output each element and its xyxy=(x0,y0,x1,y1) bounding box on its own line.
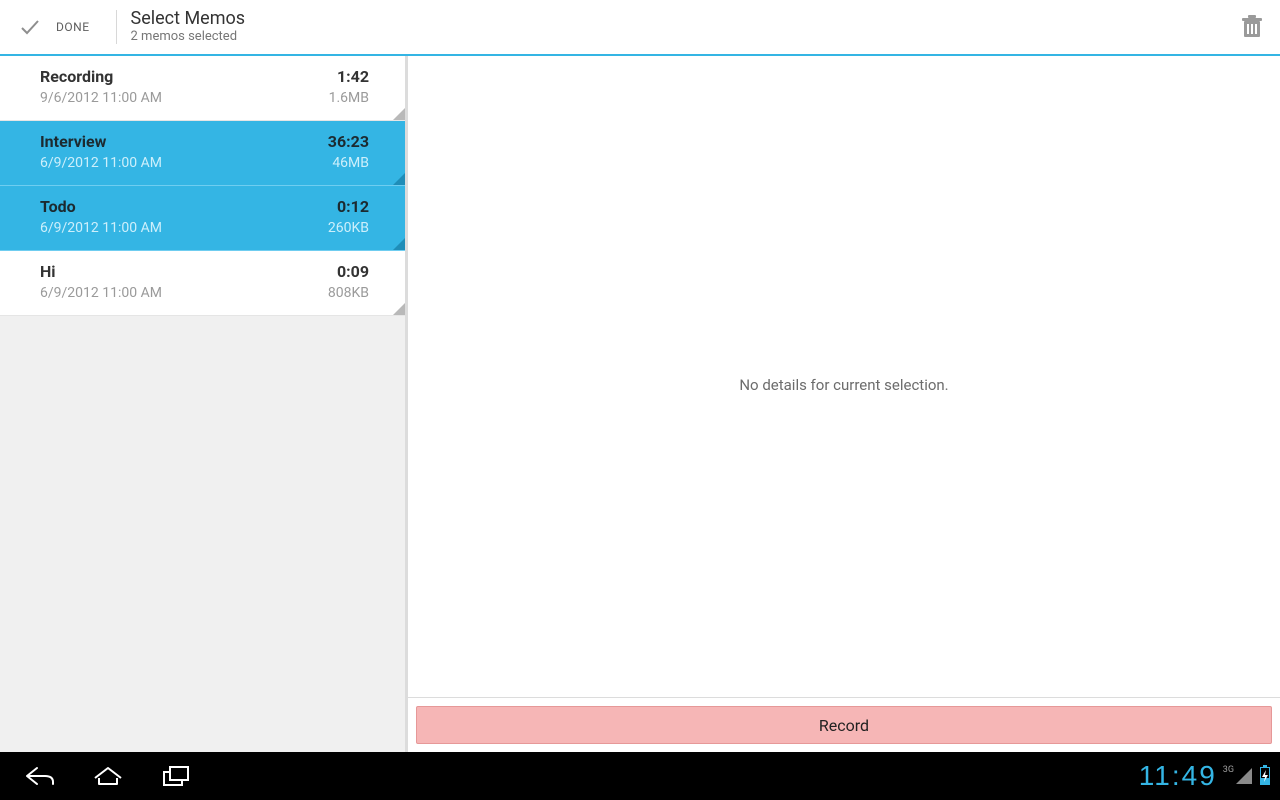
actionbar-title-area: Select Memos 2 memos selected xyxy=(131,9,246,45)
record-button-label: Record xyxy=(819,716,869,735)
memo-name: Interview xyxy=(40,131,162,153)
recents-icon xyxy=(161,764,191,788)
check-icon xyxy=(18,15,42,39)
memo-name: Hi xyxy=(40,261,162,283)
back-button[interactable] xyxy=(16,752,64,800)
memo-date: 6/9/2012 11:00 AM xyxy=(40,153,162,173)
memo-size: 46MB xyxy=(332,153,369,173)
status-network-label: 3G xyxy=(1223,765,1234,775)
memo-list[interactable]: Recording9/6/2012 11:00 AM 1:421.6MB Inter… xyxy=(0,56,405,316)
memo-size: 260KB xyxy=(328,218,369,238)
resize-triangle-icon xyxy=(393,173,405,185)
memo-list-pane: Recording9/6/2012 11:00 AM 1:421.6MB Inter… xyxy=(0,56,405,752)
actionbar-divider xyxy=(116,10,117,44)
resize-triangle-icon xyxy=(393,238,405,250)
memo-duration: 1:42 xyxy=(337,66,369,88)
resize-triangle-icon xyxy=(393,108,405,120)
memo-duration: 0:12 xyxy=(337,196,369,218)
actionbar-subtitle: 2 memos selected xyxy=(131,29,246,45)
memo-item[interactable]: Todo6/9/2012 11:00 AM 0:12260KB xyxy=(0,186,405,251)
resize-triangle-icon xyxy=(393,303,405,315)
memo-size: 808KB xyxy=(328,283,369,303)
done-button[interactable]: DONE xyxy=(0,0,108,54)
memo-date: 6/9/2012 11:00 AM xyxy=(40,283,162,303)
trash-icon xyxy=(1241,15,1263,39)
home-button[interactable] xyxy=(84,752,132,800)
actionbar-title: Select Memos xyxy=(131,9,246,29)
memo-size: 1.6MB xyxy=(329,88,369,108)
detail-empty-message: No details for current selection. xyxy=(739,376,948,394)
recents-button[interactable] xyxy=(152,752,200,800)
done-label: DONE xyxy=(56,20,90,34)
home-icon xyxy=(92,764,124,788)
android-nav-bar: 11:49 3G xyxy=(0,752,1280,800)
memo-name: Todo xyxy=(40,196,162,218)
record-button[interactable]: Record xyxy=(416,706,1272,744)
action-bar: DONE Select Memos 2 memos selected xyxy=(0,0,1280,56)
memo-date: 9/6/2012 11:00 AM xyxy=(40,88,162,108)
status-clock: 11:49 xyxy=(1139,760,1217,792)
memo-item[interactable]: Hi6/9/2012 11:00 AM 0:09808KB xyxy=(0,251,405,316)
delete-button[interactable] xyxy=(1224,0,1280,55)
detail-pane: No details for current selection. Record xyxy=(405,56,1280,752)
signal-icon xyxy=(1236,768,1252,784)
memo-item[interactable]: Interview6/9/2012 11:00 AM 36:2346MB xyxy=(0,121,405,186)
back-icon xyxy=(23,764,57,788)
memo-duration: 36:23 xyxy=(328,131,369,153)
battery-icon xyxy=(1260,767,1270,785)
memo-item[interactable]: Recording9/6/2012 11:00 AM 1:421.6MB xyxy=(0,56,405,121)
memo-duration: 0:09 xyxy=(337,261,369,283)
memo-date: 6/9/2012 11:00 AM xyxy=(40,218,162,238)
memo-name: Recording xyxy=(40,66,162,88)
